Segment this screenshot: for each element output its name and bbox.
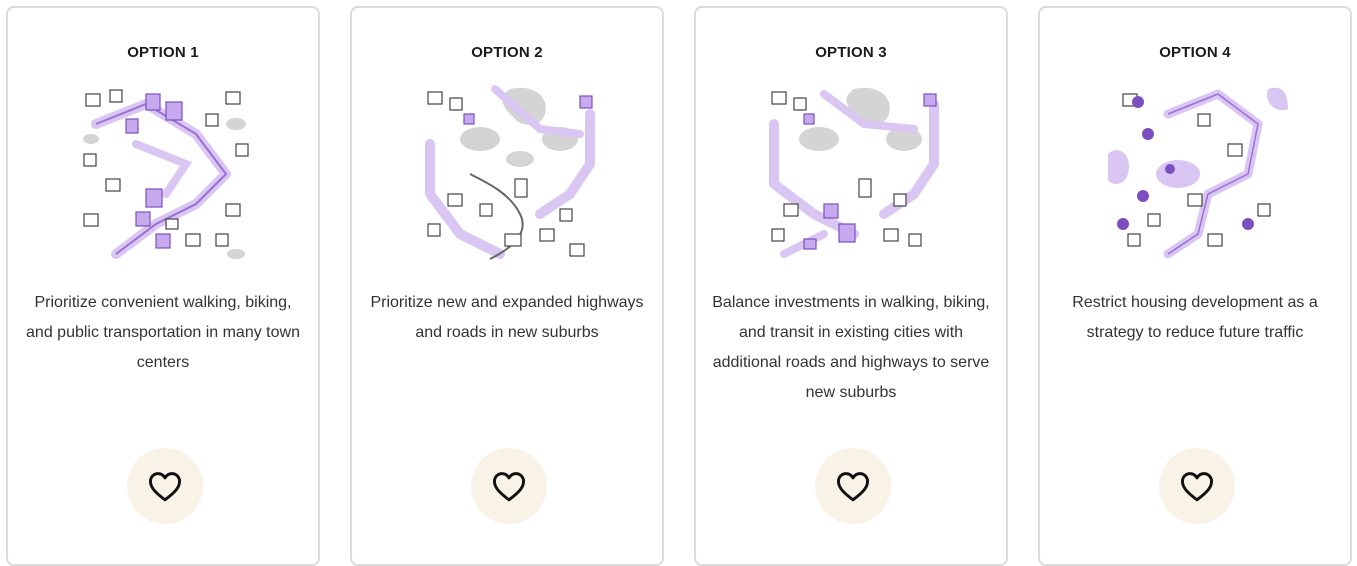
heart-icon	[148, 472, 181, 502]
option-description: Prioritize convenient walking, biking, a…	[26, 294, 300, 371]
option-title: OPTION 4	[1159, 44, 1231, 61]
option-card-1: OPTION 1 Prioritize convenient walking, …	[6, 6, 320, 566]
options-grid: OPTION 1 Prioritize convenient walking, …	[6, 6, 1357, 566]
like-button[interactable]	[471, 448, 547, 524]
option-description: Prioritize new and expanded highways and…	[370, 294, 644, 341]
heart-icon	[1181, 472, 1213, 502]
suburbs-highways-illustration	[420, 84, 600, 264]
option-card-2: OPTION 2 Prioritize new and expanded hig…	[350, 6, 664, 566]
heart-icon	[493, 472, 525, 502]
option-description: Balance investments in walking, biking, …	[712, 294, 990, 401]
option-title: OPTION 1	[127, 44, 199, 61]
option-card-3: OPTION 3 Balance investments in walking,…	[694, 6, 1008, 566]
like-button[interactable]	[1159, 448, 1235, 524]
option-title: OPTION 3	[815, 44, 887, 61]
like-button[interactable]	[815, 448, 891, 524]
balanced-investment-illustration	[764, 84, 944, 264]
option-title: OPTION 2	[471, 44, 543, 61]
option-card-4: OPTION 4 Restrict housing development as…	[1038, 6, 1352, 566]
like-button[interactable]	[127, 448, 203, 524]
town-centers-illustration	[76, 84, 256, 264]
option-description: Restrict housing development as a strate…	[1072, 294, 1318, 341]
heart-icon	[836, 472, 869, 502]
restricted-housing-illustration	[1108, 84, 1288, 264]
